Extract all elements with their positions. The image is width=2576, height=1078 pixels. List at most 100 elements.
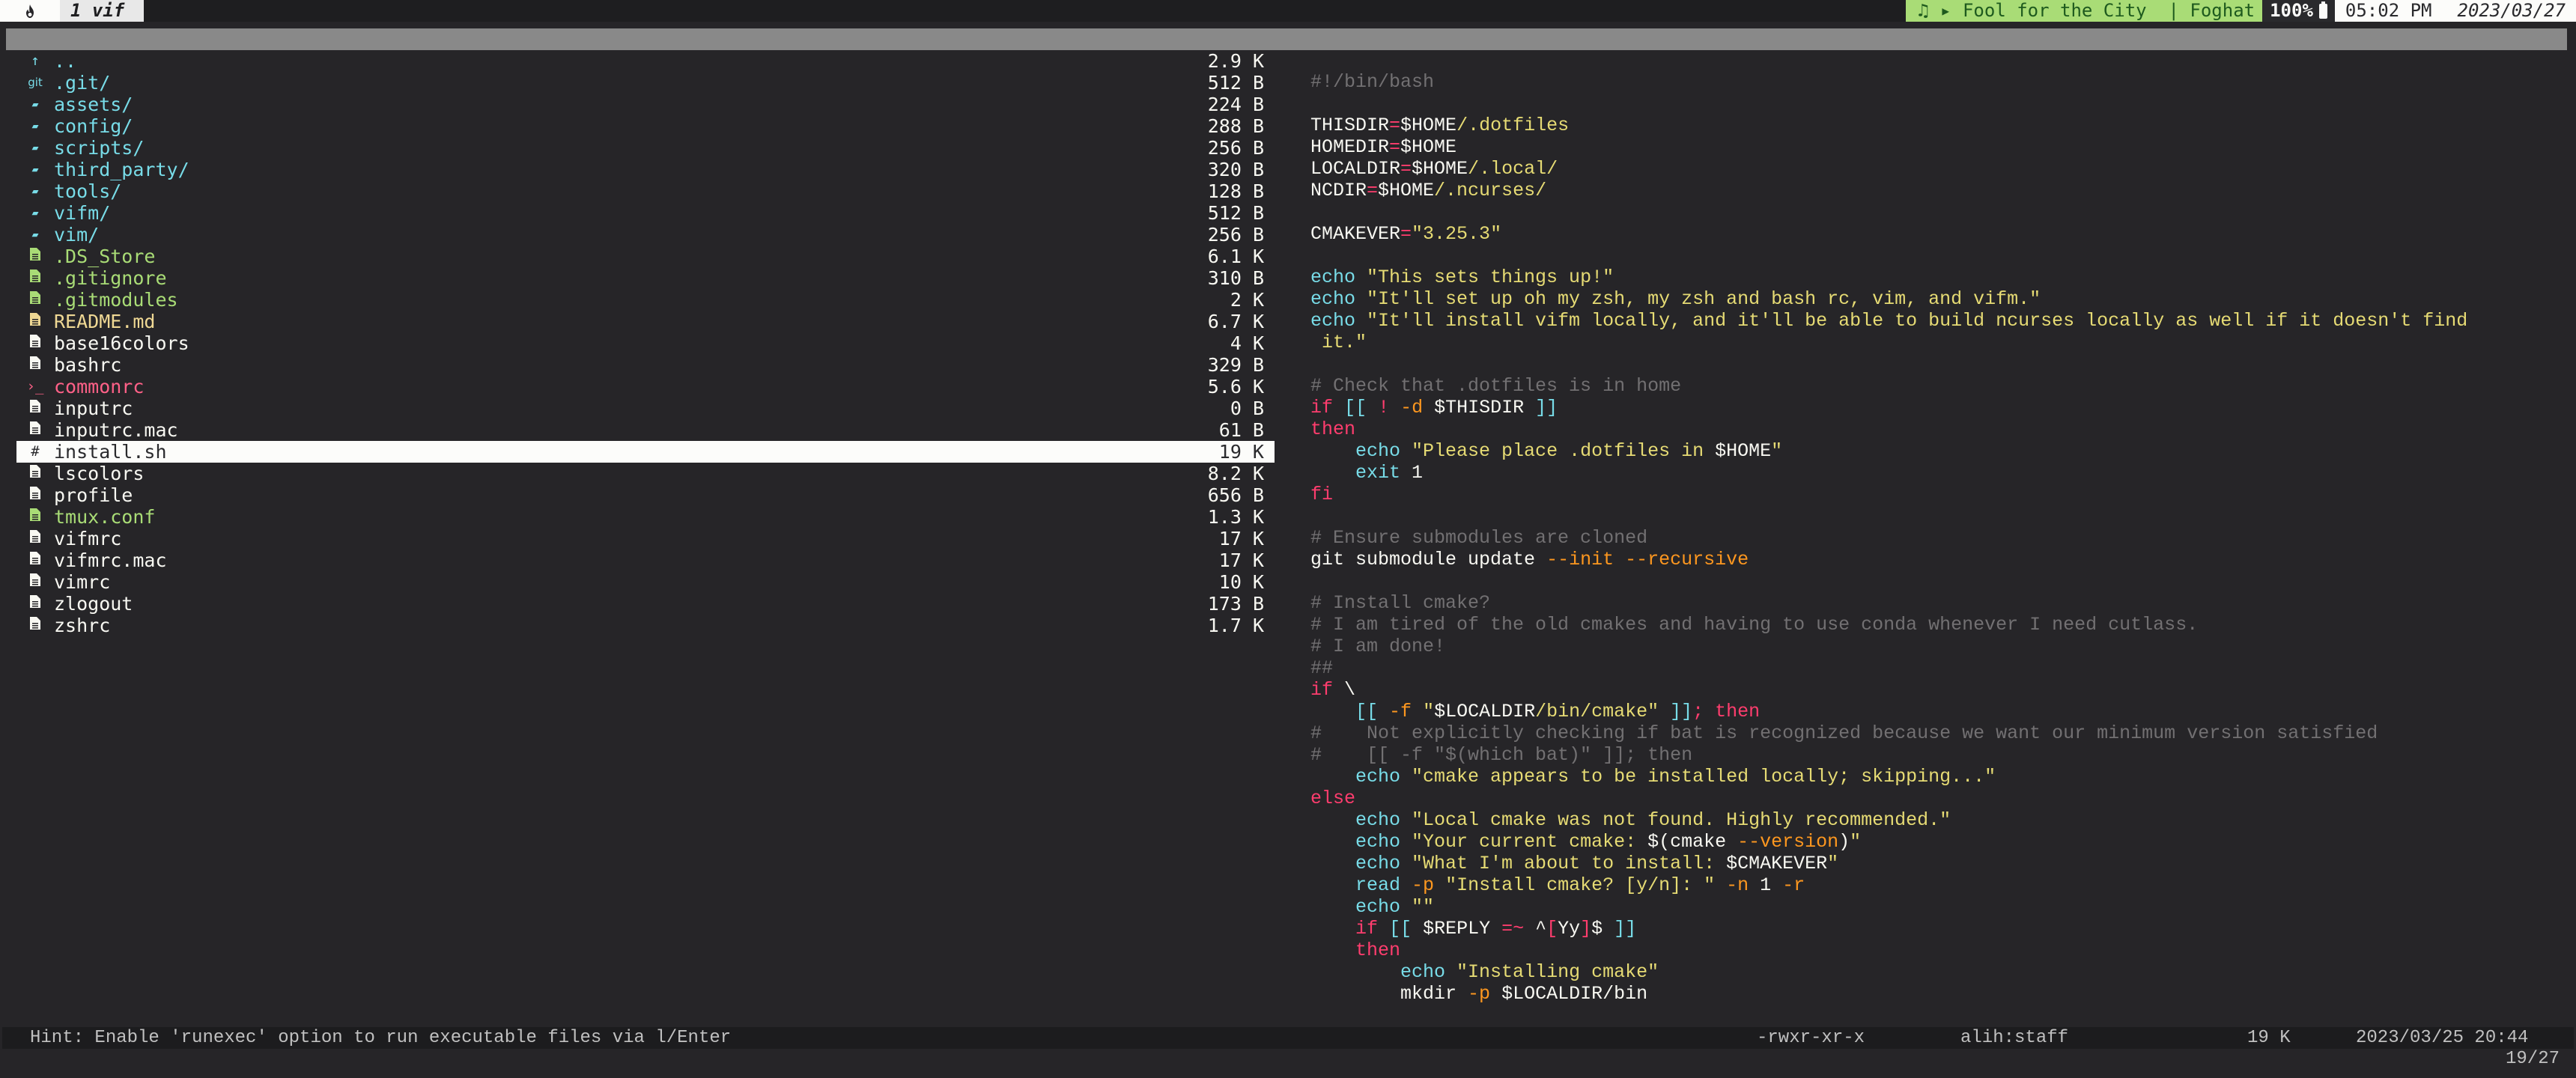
code-token: $: [1591, 918, 1614, 940]
hint-message: Hint: Enable 'runexec' option to run exe…: [30, 1028, 732, 1048]
file-list-item[interactable]: lscolors 8.2 K: [16, 463, 1275, 484]
file-size: 4 K: [1230, 332, 1264, 354]
preview-line: [1310, 201, 2569, 223]
file-name: .gitmodules: [54, 289, 178, 311]
code-token: ]]: [1670, 701, 1693, 722]
now-playing-segment: ♫ ▶ Fool for the City | Foghat: [1905, 0, 2263, 22]
file-list-item[interactable]: zshrc 1.7 K: [16, 615, 1275, 636]
code-token: --version: [1737, 831, 1839, 853]
file-list-item[interactable]: ›_ commonrc 5.6 K: [16, 376, 1275, 398]
file-mtime: 2023/03/25 20:44: [2356, 1028, 2529, 1048]
file-size: 6.7 K: [1207, 311, 1264, 332]
preview-line: [[ -f "$LOCALDIR/bin/cmake" ]]; then: [1310, 701, 2569, 722]
file-list-item[interactable]: ▰ scripts/256 B: [16, 137, 1275, 159]
terminal-icon: ›_: [26, 378, 44, 395]
code-token: $HOME: [1378, 180, 1435, 201]
file-list-item[interactable]: .gitignore 310 B: [16, 267, 1275, 289]
file-name: assets/: [54, 94, 133, 115]
file-icon: [16, 528, 54, 549]
code-token: "3.25.3": [1412, 223, 1502, 245]
file-list-item[interactable]: ▰ vim/256 B: [16, 224, 1275, 246]
code-token: 1: [1749, 874, 1783, 896]
code-token: --init --recursive: [1546, 549, 1749, 570]
code-token: =: [1400, 158, 1412, 180]
preview-line: HOMEDIR=$HOME: [1310, 136, 2569, 158]
code-token: /bin/cmake": [1535, 701, 1659, 722]
code-token: read: [1355, 874, 1401, 896]
file-list-item[interactable]: ↑.. 2.9 K: [16, 50, 1275, 72]
preview-line: then: [1310, 940, 2569, 961]
file-list-item[interactable]: zlogout 173 B: [16, 593, 1275, 615]
file-size: 329 B: [1207, 354, 1264, 376]
tmux-status-bar: 1 vif ♫ ▶ Fool for the City | Foghat 100…: [0, 0, 2576, 22]
file-name: profile: [54, 484, 133, 506]
file-name: lscolors: [54, 463, 145, 484]
preview-line: LOCALDIR=$HOME/.local/: [1310, 158, 2569, 180]
file-name: vifm/: [54, 202, 111, 224]
code-token: "What I'm about to install:: [1400, 853, 1727, 874]
file-list-item[interactable]: ▰ third_party/320 B: [16, 159, 1275, 180]
file-list-item[interactable]: profile 656 B: [16, 484, 1275, 506]
file-list-item[interactable]: inputrc.mac 61 B: [16, 419, 1275, 441]
file-list-item[interactable]: ▰ vifm/512 B: [16, 202, 1275, 224]
code-token: echo: [1355, 896, 1401, 918]
file-size: 19 K: [2247, 1028, 2291, 1048]
code-token: LOCALDIR: [1310, 158, 1401, 180]
preview-line: THISDIR=$HOME/.dotfiles: [1310, 115, 2569, 136]
code-token: -r: [1782, 874, 1805, 896]
file-list-item[interactable]: git .git/512 B: [16, 72, 1275, 94]
file-list-item[interactable]: README.md 6.7 K: [16, 311, 1275, 332]
file-list-item[interactable]: tmux.conf 1.3 K: [16, 506, 1275, 528]
file-name: .git/: [54, 72, 111, 94]
code-token: ]: [1580, 918, 1592, 940]
file-list-item[interactable]: ▰ assets/224 B: [16, 94, 1275, 115]
file-list-item[interactable]: vifmrc.mac 17 K: [16, 549, 1275, 571]
file-size: 19 K: [1218, 441, 1264, 463]
file-size: 2.9 K: [1207, 50, 1264, 72]
clock-time: 05:02 PM: [2345, 0, 2432, 21]
vifm-title-bar: [6, 28, 2567, 50]
file-icon: [16, 593, 54, 615]
code-token: # Install cmake?: [1310, 592, 1491, 614]
file-name: scripts/: [54, 137, 145, 159]
code-token: NCDIR: [1310, 180, 1367, 201]
file-icon: [16, 354, 54, 376]
code-token: ]]: [1535, 397, 1558, 418]
code-token: -f: [1389, 701, 1412, 722]
code-token: [[: [1344, 397, 1367, 418]
preview-line: git submodule update --init --recursive: [1310, 549, 2569, 570]
code-token: /.dotfiles: [1456, 115, 1570, 136]
now-playing-text: Fool for the City | Foghat: [1962, 0, 2255, 21]
code-token: ": [1412, 701, 1435, 722]
file-list-item[interactable]: ▰ config/288 B: [16, 115, 1275, 137]
preview-line: echo "": [1310, 896, 2569, 918]
file-icon: [16, 506, 54, 528]
file-list-item[interactable]: # install.sh 19 K: [16, 441, 1275, 463]
file-list-item[interactable]: base16colors 4 K: [16, 332, 1275, 354]
folder-icon: ▰: [31, 162, 39, 176]
file-list-item[interactable]: vimrc 10 K: [16, 571, 1275, 593]
folder-icon: ▰: [31, 141, 39, 154]
tmux-window-tab[interactable]: 1 vif: [60, 0, 144, 22]
file-list-pane[interactable]: ↑.. 2.9 K git .git/512 B ▰ assets/224 B ▰ confi…: [16, 50, 1275, 636]
file-list-item[interactable]: vifmrc 17 K: [16, 528, 1275, 549]
file-list-item[interactable]: .gitmodules 2 K: [16, 289, 1275, 311]
file-size: 656 B: [1207, 484, 1264, 506]
file-name: third_party/: [54, 159, 189, 180]
file-size: 288 B: [1207, 115, 1264, 137]
file-name: tmux.conf: [54, 506, 156, 528]
code-token: HOMEDIR: [1310, 136, 1390, 158]
file-list-item[interactable]: bashrc 329 B: [16, 354, 1275, 376]
code-token: 1: [1400, 462, 1424, 484]
file-list-item[interactable]: inputrc 0 B: [16, 398, 1275, 419]
file-list-item[interactable]: ▰ tools/128 B: [16, 180, 1275, 202]
preview-line: #!/bin/bash: [1310, 71, 2569, 93]
file-list-item[interactable]: .DS_Store 6.1 K: [16, 246, 1275, 267]
file-size: 128 B: [1207, 180, 1264, 202]
code-token: echo: [1355, 766, 1401, 788]
flame-icon: [0, 0, 60, 22]
